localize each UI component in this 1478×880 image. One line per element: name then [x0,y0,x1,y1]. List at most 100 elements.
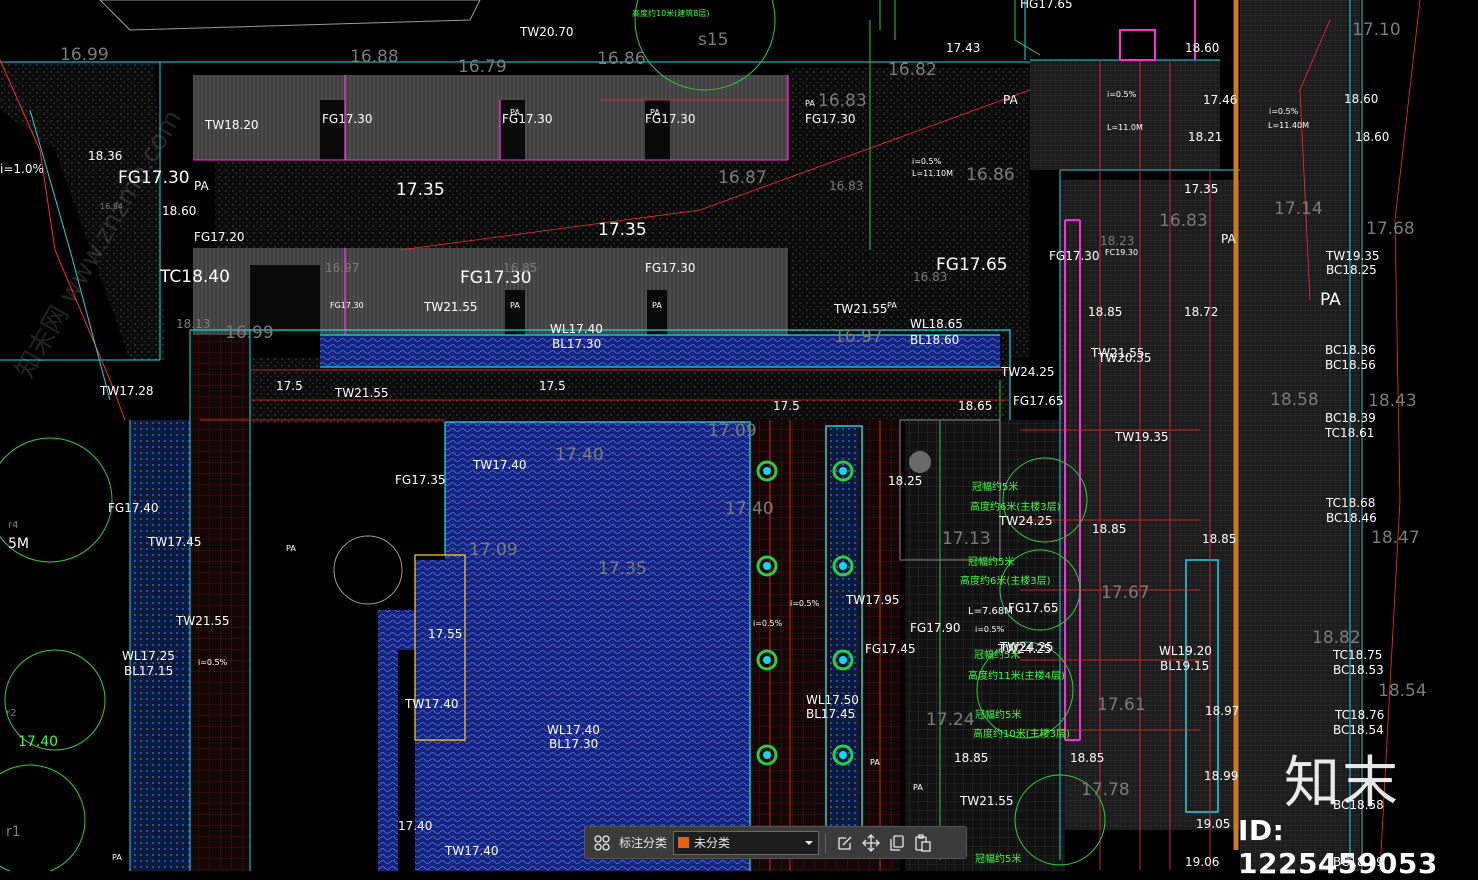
watermark-id: ID: 1225459053 [1238,814,1438,880]
elevation-label: TW17.95 [845,593,900,607]
elevation-label: 18.60 [1355,130,1389,144]
elevation-label: 18.85 [1088,305,1122,319]
toolbar-divider [825,832,827,853]
elevation-label: 16.86 [966,165,1015,185]
elevation-label: L=11.0M [1107,123,1143,132]
elevation-label: TW21.55 [423,300,478,314]
elevation-label: 18.85 [1092,522,1126,536]
cad-drawing-canvas[interactable]: 16.99 16.88 16.79 16.86 16.82 TW20.70 高度约10米(建… [0,0,1478,871]
elevation-label: PA [286,544,296,553]
elevation-label: FG17.30 [645,261,696,275]
elevation-label: 19.05 [1196,817,1230,831]
elevation-label: 17.13 [942,529,991,549]
elevation-label: WL17.40 [550,322,603,336]
elevation-label: 17.35 [1184,182,1218,196]
elevation-label: 5M [8,536,29,552]
elevation-label: FG17.30 [502,112,553,126]
elevation-label: 18.43 [1368,391,1417,411]
elevation-label: 18.13 [176,317,210,331]
elevation-label: 高度约10米(建筑8层) [632,8,710,18]
paste-icon[interactable] [910,830,936,856]
elevation-label: 18.54 [1378,681,1427,701]
elevation-label: 17.09 [708,421,757,441]
category-select-value: 未分类 [694,836,731,850]
elevation-label: 17.40 [398,819,432,833]
elevation-label: 18.97 [1205,704,1239,718]
elevation-label: 18.23 [1100,234,1134,248]
elevation-label: WL17.25 [122,649,175,663]
elevation-label: 18.60 [162,204,196,218]
move-icon[interactable] [858,830,884,856]
elevation-label: PA [652,301,662,310]
copy-icon[interactable] [884,830,910,856]
elevation-label: TW17.40 [472,458,527,472]
elevation-label: PA [112,853,122,862]
elevation-label: 17.78 [1081,780,1130,800]
elevation-label: s15 [698,30,729,50]
elevation-label: 17.5 [773,399,800,413]
elevation-label: 16.79 [458,57,507,77]
annotation-toolbar: 标注分类 未分类 [584,826,967,859]
elevation-label: 16.97 [325,261,359,275]
elevation-label: 17.46 [1203,93,1237,107]
elevation-label: 16.83 [818,91,867,111]
elevation-label: PA [1320,290,1341,310]
elevation-label: PA [913,783,923,792]
elevation-label: 18.47 [1371,528,1420,548]
elevation-label: FC19.30 [1105,248,1138,257]
elevation-label: PA [1221,232,1236,246]
chevron-down-icon [805,840,814,845]
elevation-label: FG17.65 [1008,601,1059,615]
category-select[interactable]: 未分类 [673,830,820,855]
elevation-label: BC18.36 [1325,343,1376,357]
elevation-label: FG17.65 [1013,394,1064,408]
elevation-label: BC18.54 [1333,723,1384,737]
elevation-label: BC18.46 [1326,511,1377,525]
elevation-label: WL17.40 [547,723,600,737]
elevation-label: BL18.60 [910,333,959,347]
elevation-label: 冠幅约5米 [975,852,1021,865]
elevation-label: 18.82 [1312,628,1361,648]
elevation-label: 18.60 [1185,41,1219,55]
elevation-label: 17.14 [1274,199,1323,219]
elevation-label: FG17.30 [805,112,856,126]
elevation-label: 17.40 [555,445,604,465]
elevation-label: L=11.10M [912,169,953,178]
elevation-label: WL17.50 [806,693,859,707]
elevation-label: 17.10 [1352,20,1401,40]
elevation-label: PA [510,301,520,310]
elevation-label: 高度约10米(主楼3层) [973,727,1070,740]
elevation-label: 18.99 [1204,769,1238,783]
elevation-label: 19.06 [1185,855,1219,869]
grid-icon[interactable] [589,830,615,856]
elevation-label: i=0.5% [790,599,820,608]
elevation-label: 16.83 [1159,211,1208,231]
elevation-label: TC18.76 [1334,708,1384,722]
elevation-label: HG17.65 [1020,0,1073,11]
elevation-label: FG17.30 [645,112,696,126]
elevation-label: 16.87 [718,168,767,188]
elevation-label: BL17.45 [806,707,855,721]
elevation-label: 17.43 [946,41,980,55]
elevation-label: TW20.70 [519,25,574,39]
elevation-label: 18.60 [1344,92,1378,106]
elevation-label: i=1.0% [0,162,44,176]
elevation-label: i=0.5% [912,157,942,166]
elevation-label: L=7.68M [968,606,1013,617]
elevation-label: 18.21 [1188,130,1222,144]
elevation-label: TW20.35 [1097,351,1152,365]
elevation-label: PA [805,99,815,108]
elevation-label: 17.40 [18,734,58,750]
elevation-label: r1 [6,824,21,840]
elevation-label: BC18.53 [1333,663,1384,677]
edit-icon[interactable] [832,830,858,856]
elevation-label: 18.72 [1184,305,1218,319]
elevation-label: i=0.5% [1107,90,1137,99]
elevation-label: BC18.39 [1325,411,1376,425]
elevation-label: 高度约11米(主楼4层) [968,669,1065,682]
elevation-label: BL19.15 [1160,659,1209,673]
elevation-label: 16.85 [503,261,537,275]
elevation-label: 16.97 [834,327,883,347]
elevation-label: BC18.25 [1326,263,1377,277]
elevation-label: TW19.35 [1325,249,1380,263]
